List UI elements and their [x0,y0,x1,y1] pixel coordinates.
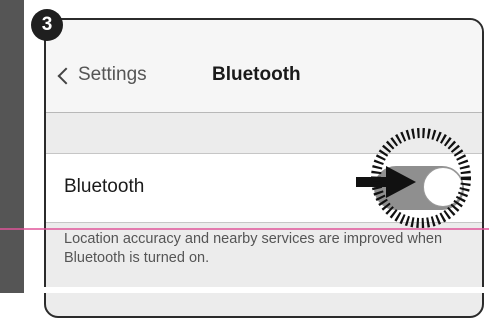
bottom-edge [24,287,489,293]
bluetooth-row: Bluetooth [46,153,482,223]
page-title: Bluetooth [212,64,301,85]
phone-screen: Settings Bluetooth Bluetooth Location ac… [44,18,484,318]
device-bezel [0,0,24,293]
chevron-left-icon [57,67,75,84]
toggle-knob [423,167,463,207]
bluetooth-footer-note: Location accuracy and nearby services ar… [64,231,443,266]
bluetooth-label: Bluetooth [64,176,145,197]
bluetooth-toggle[interactable] [374,166,464,210]
navigation-bar: Settings Bluetooth [46,20,482,113]
back-button[interactable]: Settings [57,64,147,86]
back-label: Settings [78,64,147,85]
step-number-badge: 3 [31,9,63,41]
section-spacer [46,113,482,153]
